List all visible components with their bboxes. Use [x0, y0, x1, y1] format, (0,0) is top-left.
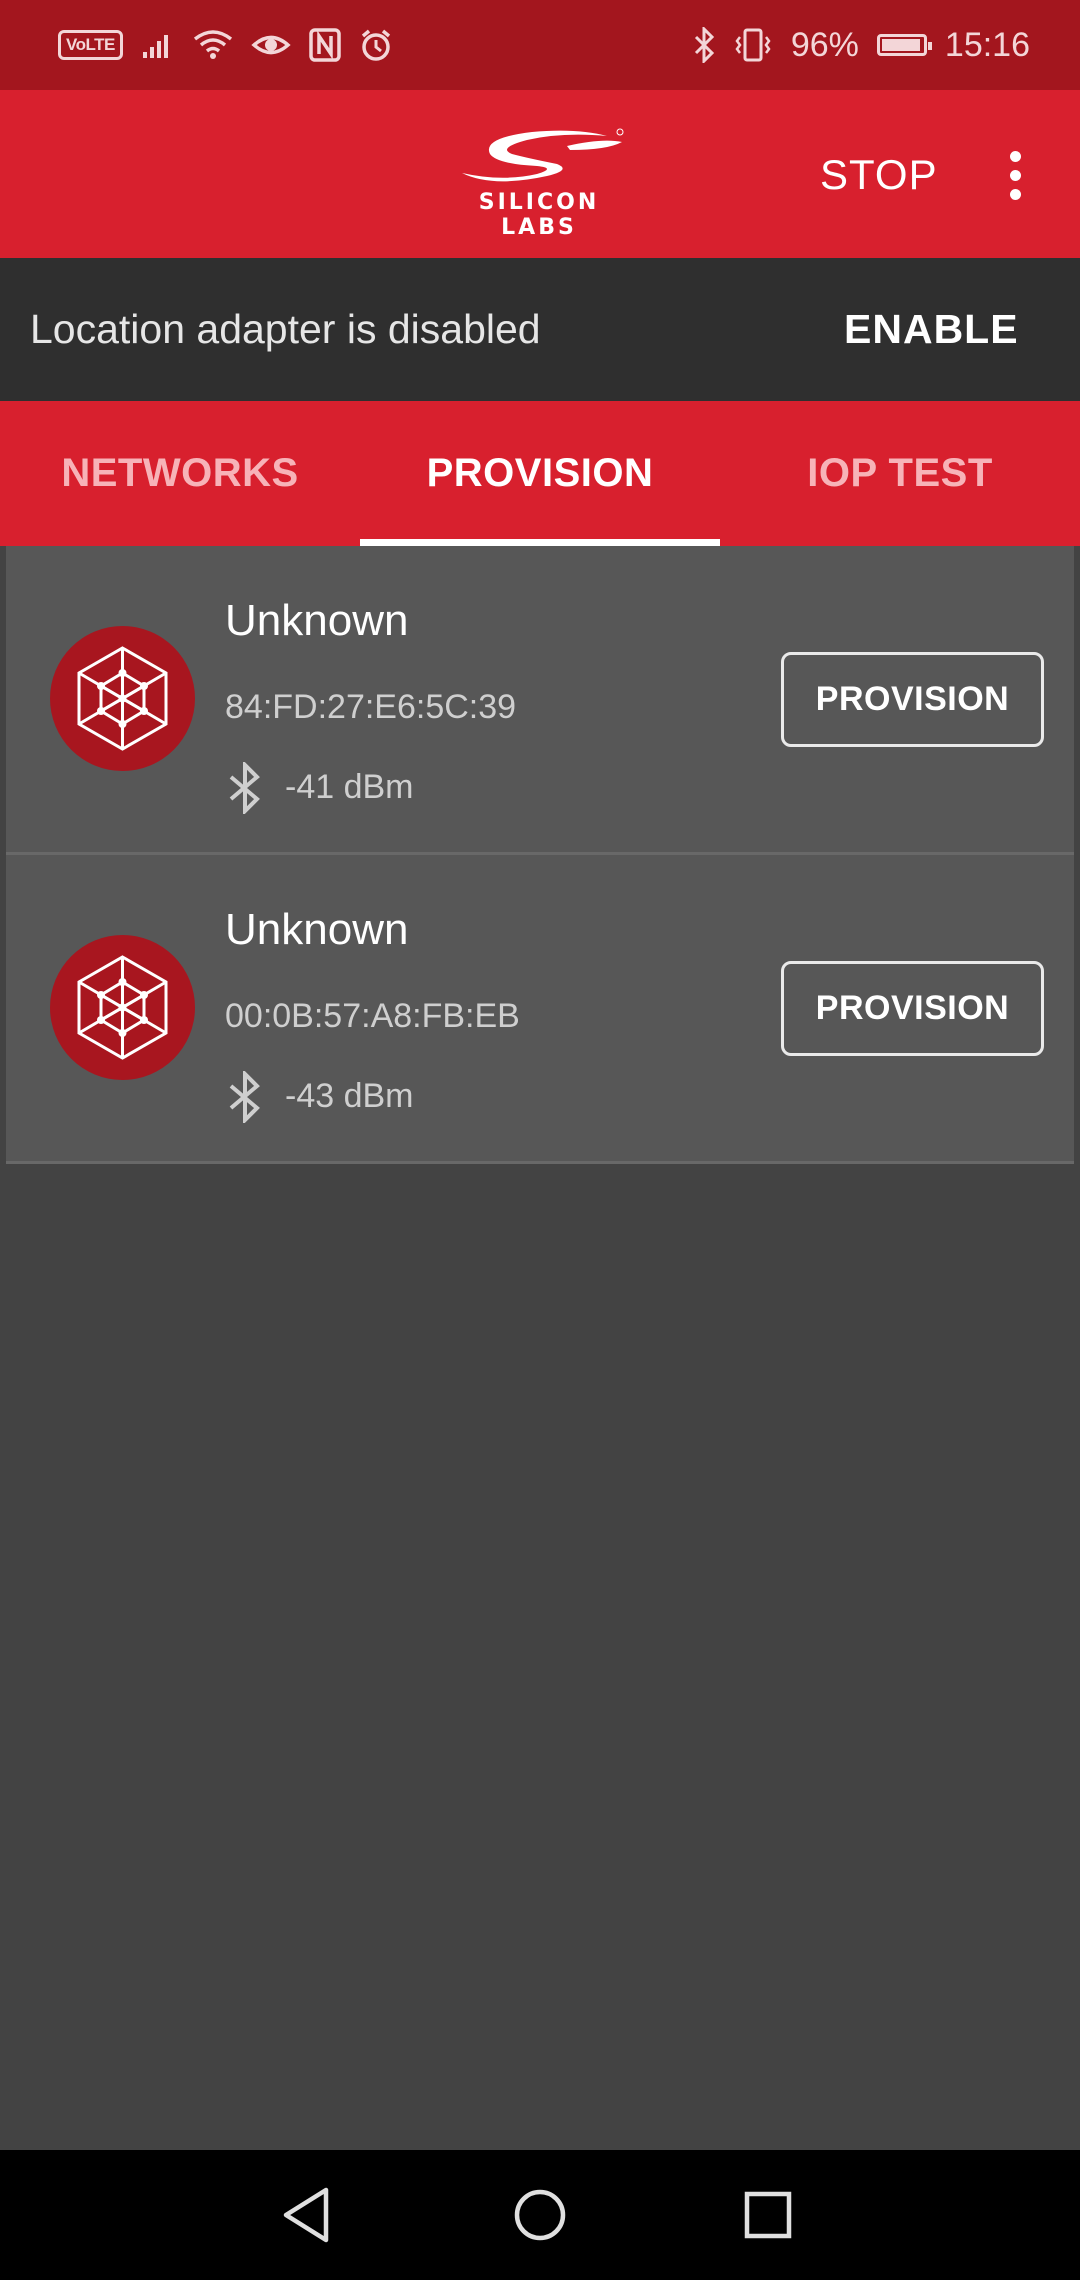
- system-nav-bar: [0, 2150, 1080, 2280]
- device-item[interactable]: Unknown 00:0B:57:A8:FB:EB -43 dBm PROVIS…: [6, 855, 1074, 1164]
- tab-provision[interactable]: PROVISION: [360, 401, 720, 546]
- device-address: 00:0B:57:A8:FB:EB: [225, 997, 520, 1035]
- bluetooth-icon: [229, 1071, 260, 1123]
- stop-button[interactable]: STOP: [800, 140, 958, 210]
- nfc-icon: [309, 28, 341, 62]
- wifi-icon: [193, 30, 232, 59]
- tab-networks[interactable]: NETWORKS: [0, 401, 360, 546]
- volte-badge: VoLTE: [58, 30, 123, 60]
- logo-text: SILICON LABS: [478, 190, 600, 240]
- vibrate-icon: [735, 28, 771, 62]
- provision-button[interactable]: PROVISION: [781, 961, 1044, 1056]
- status-right-icons: 96% 15:16: [693, 26, 1030, 65]
- status-bar: VoLTE 96% 15:16: [0, 0, 1080, 90]
- device-item[interactable]: Unknown 84:FD:27:E6:5C:39 -41 dBm PROVIS…: [6, 546, 1074, 855]
- battery-icon: [876, 34, 932, 56]
- tab-bar: NETWORKS PROVISION IOP TEST: [0, 401, 1080, 546]
- location-banner: Location adapter is disabled ENABLE: [0, 258, 1080, 401]
- device-address: 84:FD:27:E6:5C:39: [225, 688, 517, 726]
- device-name: Unknown: [225, 905, 409, 954]
- eye-icon: [251, 35, 291, 55]
- more-vert-icon[interactable]: [990, 135, 1040, 215]
- mesh-node-icon: [50, 626, 195, 771]
- bluetooth-icon: [229, 762, 260, 814]
- device-list: Unknown 84:FD:27:E6:5C:39 -41 dBm PROVIS…: [6, 546, 1074, 1164]
- app-bar: SILICON LABS STOP: [0, 90, 1080, 258]
- signal-icon: [142, 35, 168, 58]
- tab-iop-test[interactable]: IOP TEST: [720, 401, 1080, 546]
- clock: 15:16: [944, 25, 1030, 64]
- bluetooth-icon: [694, 27, 714, 63]
- device-name: Unknown: [225, 596, 409, 645]
- back-icon[interactable]: [268, 2180, 348, 2250]
- home-icon[interactable]: [500, 2180, 580, 2250]
- silicon-labs-logo: SILICON LABS: [452, 128, 626, 240]
- mesh-node-icon: [50, 935, 195, 1080]
- device-rssi: -41 dBm: [285, 768, 414, 806]
- battery-percent: 96%: [790, 25, 859, 64]
- status-left-icons: VoLTE: [58, 28, 393, 62]
- enable-location-button[interactable]: ENABLE: [830, 288, 1033, 371]
- recents-icon[interactable]: [728, 2180, 808, 2250]
- provision-button[interactable]: PROVISION: [781, 652, 1044, 747]
- location-message: Location adapter is disabled: [30, 306, 541, 352]
- logo-swoosh-icon: [462, 128, 624, 182]
- alarm-icon: [361, 29, 390, 61]
- device-rssi: -43 dBm: [285, 1077, 414, 1115]
